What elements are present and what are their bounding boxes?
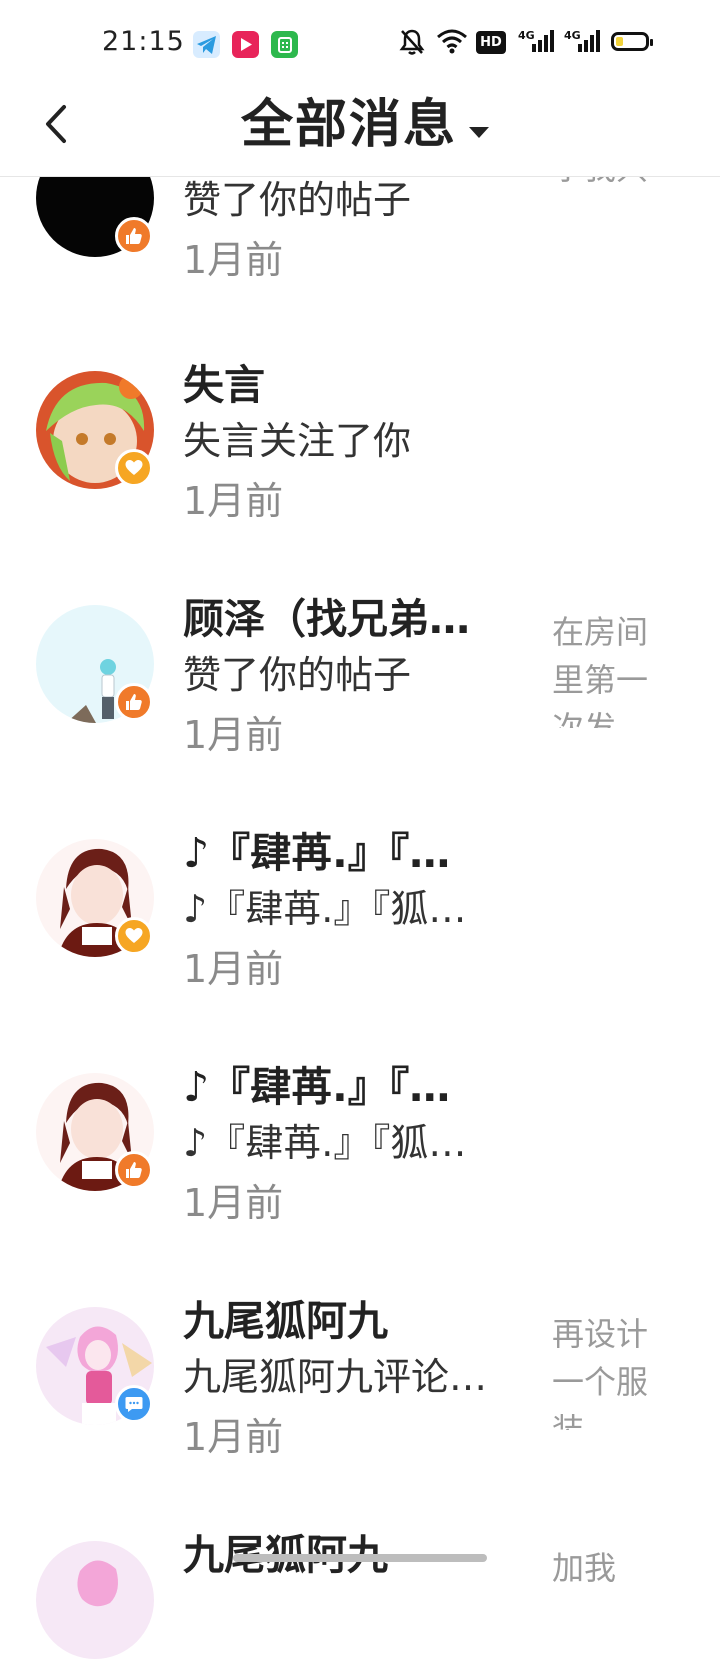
telegram-icon	[193, 31, 220, 58]
message-preview: 在房间里第一次发	[552, 613, 649, 728]
svg-text:4G: 4G	[518, 29, 535, 42]
like-badge	[115, 683, 153, 721]
list-item[interactable]: 顾泽（找兄弟… 赞了你的帖子 1月前 在房间里第一次发	[0, 546, 720, 780]
mute-bell-icon	[399, 28, 425, 60]
like-badge	[115, 217, 153, 255]
hd-voice-icon: HD	[476, 31, 506, 54]
message-sender: 失言	[183, 361, 265, 409]
message-time: 1月前	[183, 238, 284, 282]
signal-4g-icon: 4G	[518, 28, 554, 58]
message-preview: 加我	[552, 1549, 617, 1587]
message-sender: ♪『肆苒.』『…	[183, 829, 451, 877]
message-time: 1月前	[183, 713, 284, 757]
like-badge	[115, 1151, 153, 1189]
message-action: ♪『肆苒.』『狐…	[183, 1121, 467, 1165]
message-action: 赞了你的帖子	[183, 653, 412, 697]
message-action: ♪『肆苒.』『狐…	[183, 887, 467, 931]
heart-icon	[125, 928, 143, 943]
list-item[interactable]: 九尾狐阿九 九尾狐阿九评论… 1月前 再设计一个服装	[0, 1248, 720, 1482]
avatar	[36, 1541, 154, 1659]
comment-badge	[115, 1385, 153, 1423]
thumbs-up-icon	[126, 228, 142, 244]
message-action: 失言关注了你	[183, 419, 412, 463]
message-action: 九尾狐阿九评论…	[183, 1355, 488, 1399]
top-navigation-bar: 全部消息	[0, 88, 720, 177]
message-time: 1月前	[183, 947, 284, 991]
follow-badge	[115, 917, 153, 955]
svg-text:4G: 4G	[564, 29, 581, 42]
message-sender: 九尾狐阿九	[183, 1297, 388, 1345]
wifi-icon	[436, 28, 468, 58]
message-preview: 再设计一个服装	[552, 1315, 649, 1430]
list-item[interactable]: ♪『肆苒.』『… ♪『肆苒.』『狐… 1月前	[0, 780, 720, 1014]
page-title[interactable]: 全部消息	[241, 88, 457, 162]
signal-4g-icon: 4G	[564, 28, 600, 58]
thumbs-up-icon	[126, 1162, 142, 1178]
message-time: 1月前	[183, 479, 284, 523]
battery-level	[616, 37, 623, 46]
list-item[interactable]: 失言 失言关注了你 1月前	[0, 312, 720, 546]
battery-icon	[611, 32, 653, 51]
message-sender: ♪『肆苒.』『…	[183, 1063, 451, 1111]
home-indicator[interactable]	[233, 1554, 487, 1562]
follow-badge	[115, 449, 153, 487]
heart-icon	[125, 460, 143, 475]
caret-down-icon[interactable]	[469, 127, 489, 138]
list-item[interactable]: 九尾狐阿九 加我	[0, 1482, 720, 1659]
chat-bubble-icon	[125, 1397, 143, 1412]
message-time: 1月前	[183, 1181, 284, 1225]
message-time: 1月前	[183, 1415, 284, 1459]
status-time: 21:15	[102, 26, 185, 57]
grid-app-icon	[271, 31, 298, 58]
video-app-icon	[232, 31, 259, 58]
message-list: 赞了你的帖子 1月前 不够个字我只 失言 失言关注了你 1月前	[0, 0, 720, 1659]
thumbs-up-icon	[126, 694, 142, 710]
message-sender: 顾泽（找兄弟…	[183, 595, 470, 643]
status-bar: 21:15 HD 4G 4G	[0, 0, 720, 88]
message-action: 赞了你的帖子	[183, 178, 412, 222]
list-item[interactable]: ♪『肆苒.』『… ♪『肆苒.』『狐… 1月前	[0, 1014, 720, 1248]
message-filter-dropdown: 全部消息	[0, 88, 720, 176]
